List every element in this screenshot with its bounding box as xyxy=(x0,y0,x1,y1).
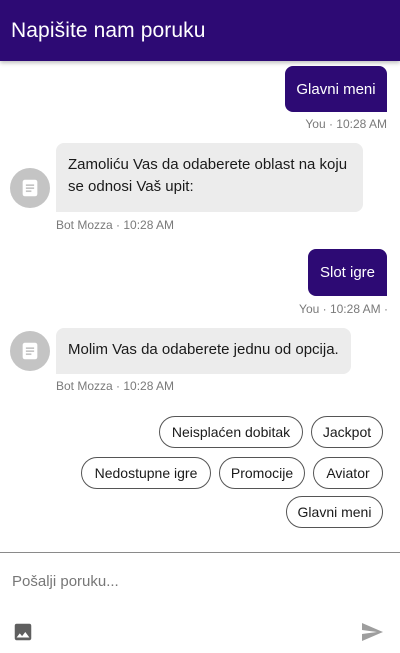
send-icon xyxy=(362,623,383,641)
bot-avatar xyxy=(10,168,50,208)
message-meta: You · 10:28 AM · xyxy=(299,302,388,316)
quick-reply-jackpot[interactable]: Jackpot xyxy=(311,416,383,448)
quick-reply-aviator[interactable]: Aviator xyxy=(313,457,383,489)
message-text: Molim Vas da odaberete jednu od opcija. xyxy=(68,341,339,358)
message-input[interactable] xyxy=(12,566,388,596)
bot-message-bubble: Zamoliću Vas da odaberete oblast na koju… xyxy=(56,143,363,212)
image-icon xyxy=(14,623,32,641)
quick-reply-neisplacen-dobitak[interactable]: Neisplaćen dobitak xyxy=(159,416,303,448)
quick-reply-nedostupne-igre[interactable]: Nedostupne igre xyxy=(81,457,211,489)
message-text: Zamoliću Vas da odaberete oblast na koju… xyxy=(68,156,348,195)
bot-avatar xyxy=(10,331,50,371)
user-message-bubble: Glavni meni xyxy=(285,66,387,112)
message-meta: Bot Mozza · 10:28 AM xyxy=(56,379,175,393)
message-meta: You · 10:28 AM xyxy=(305,117,387,131)
composer-divider xyxy=(0,552,400,553)
attach-image-button[interactable] xyxy=(11,620,35,644)
send-button[interactable] xyxy=(358,619,386,645)
message-text: Glavni meni xyxy=(296,80,376,98)
chat-header: Napišite nam poruku xyxy=(0,0,400,61)
header-title: Napišite nam poruku xyxy=(11,18,206,42)
bot-message-bubble: Molim Vas da odaberete jednu od opcija. xyxy=(56,328,351,374)
user-message-bubble: Slot igre xyxy=(308,249,387,296)
chat-document-icon xyxy=(22,342,38,360)
quick-reply-promocije[interactable]: Promocije xyxy=(219,457,305,489)
message-meta: Bot Mozza · 10:28 AM xyxy=(56,218,175,232)
quick-reply-glavni-meni[interactable]: Glavni meni xyxy=(286,496,383,528)
message-text: Slot igre xyxy=(319,264,376,281)
message-list[interactable]: Glavni meni You · 10:28 AM Zamoliću Vas … xyxy=(0,61,400,552)
chat-document-icon xyxy=(22,179,38,197)
